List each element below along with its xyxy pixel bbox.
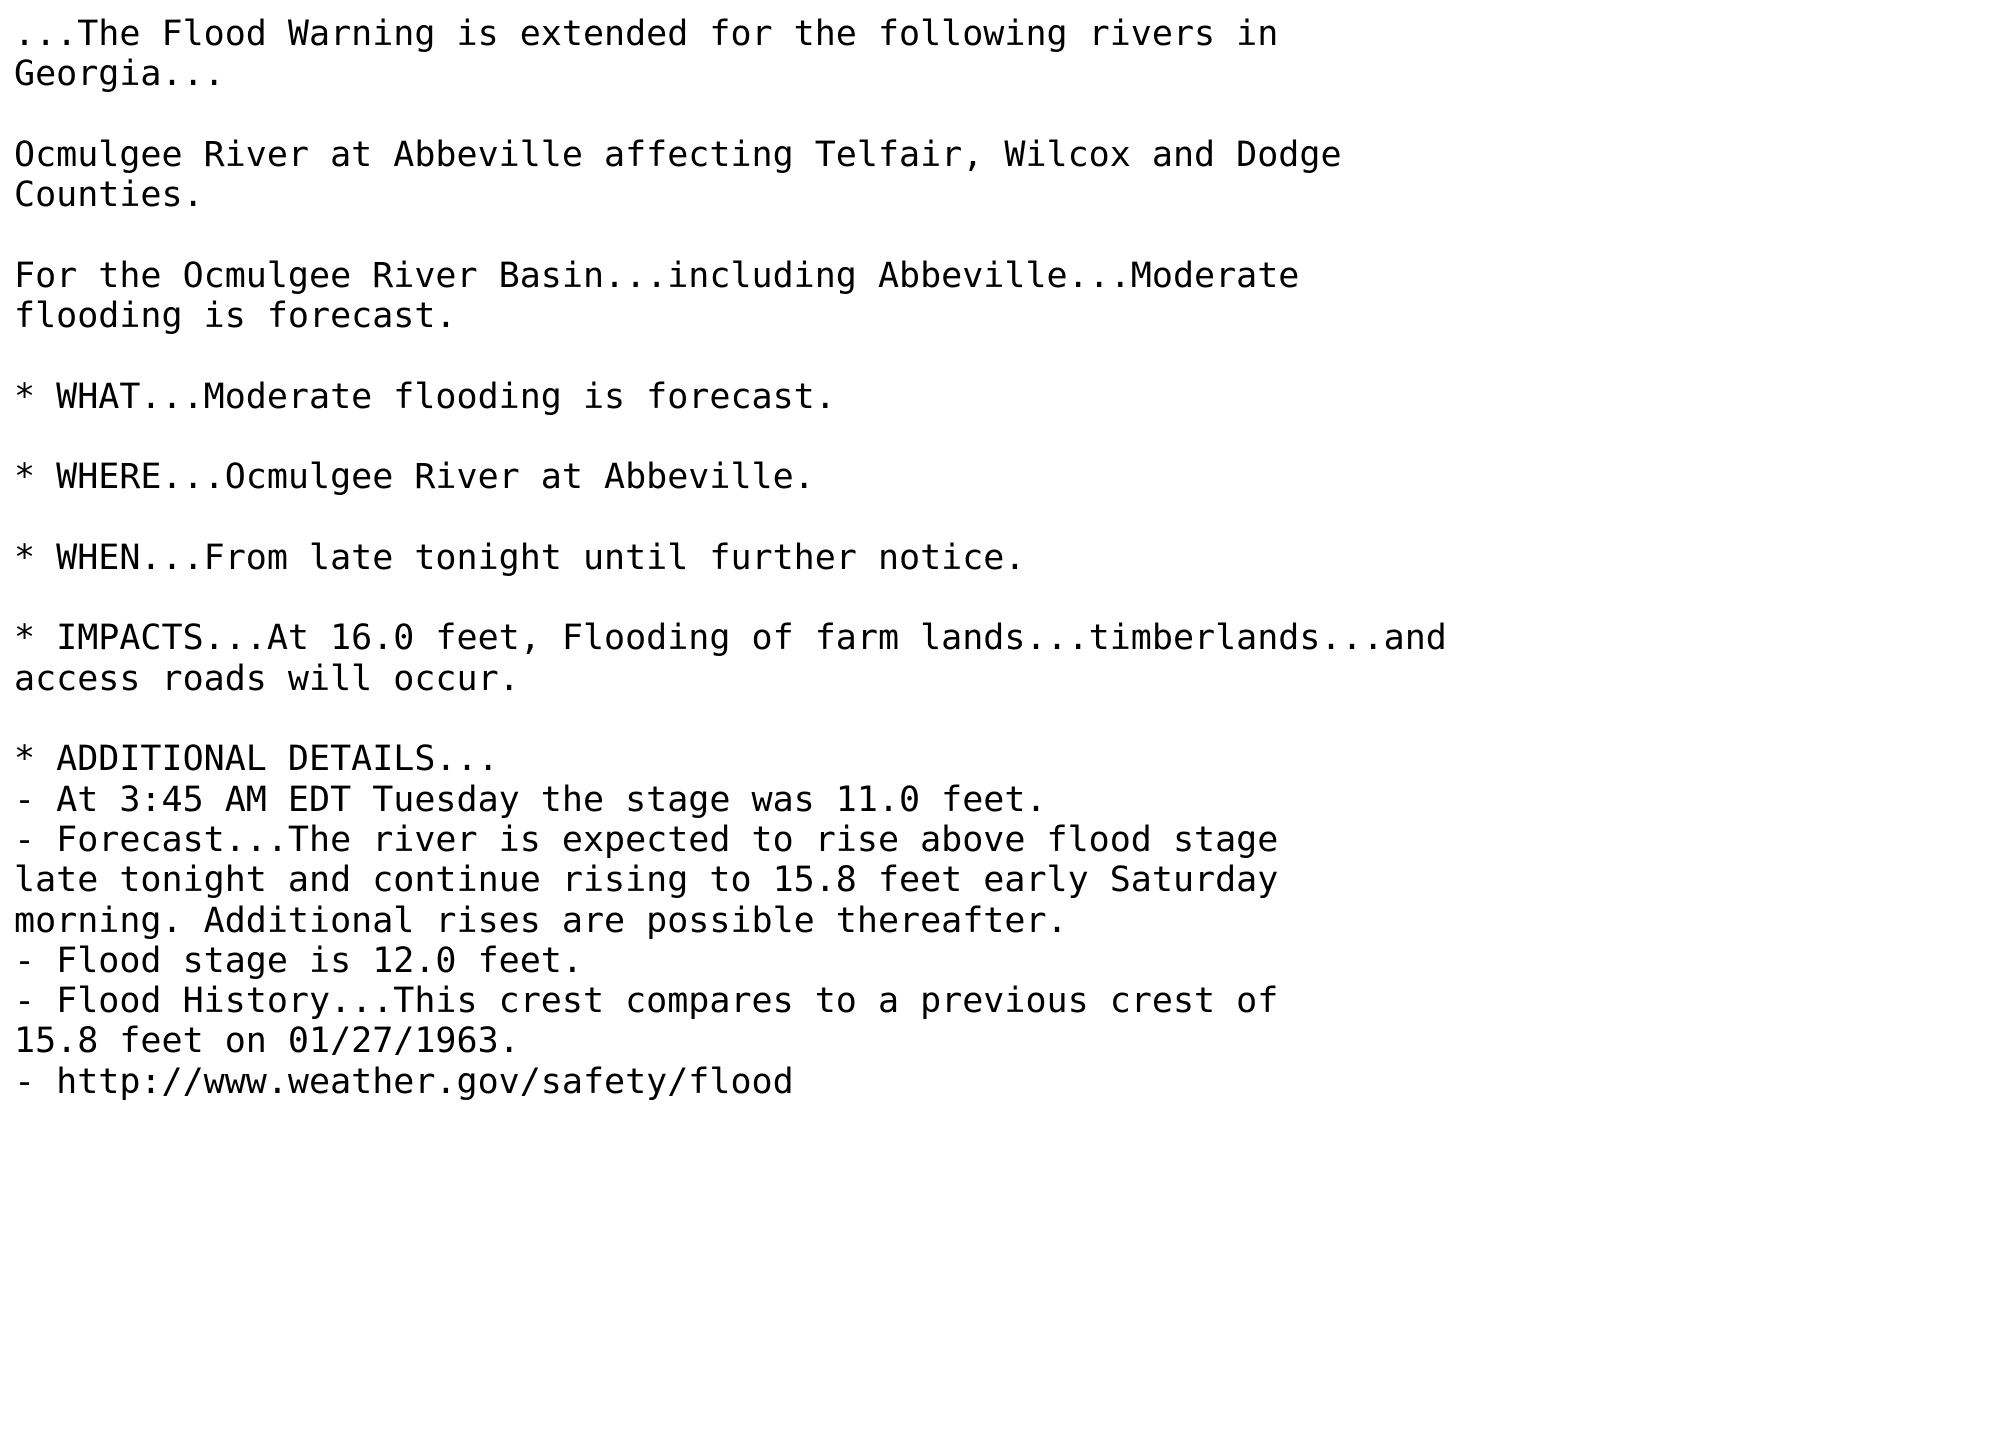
text-line: Georgia... — [14, 54, 225, 95]
safety-url-line[interactable]: - http://www.weather.gov/safety/flood — [14, 1062, 2000, 1102]
text-line: * WHERE...Ocmulgee River at Abbeville. — [14, 457, 815, 498]
text-line: 15.8 feet on 01/27/1963. — [14, 1021, 520, 1062]
affected-location-paragraph: Ocmulgee River at Abbeville affecting Te… — [14, 135, 2000, 216]
impacts-bullet: * IMPACTS...At 16.0 feet, Flooding of fa… — [14, 618, 2000, 699]
text-line: * ADDITIONAL DETAILS... — [14, 739, 499, 780]
text-line: - At 3:45 AM EDT Tuesday the stage was 1… — [14, 779, 1047, 820]
when-bullet: * WHEN...From late tonight until further… — [14, 538, 2000, 578]
text-line: - Flood History...This crest compares to… — [14, 981, 1279, 1022]
text-line: morning. Additional rises are possible t… — [14, 900, 1068, 941]
text-line: Ocmulgee River at Abbeville affecting Te… — [14, 134, 1342, 175]
additional-details-bullet: * ADDITIONAL DETAILS... - At 3:45 AM EDT… — [14, 739, 2000, 1102]
headline-paragraph: ...The Flood Warning is extended for the… — [14, 14, 2000, 95]
text-line: * WHAT...Moderate flooding is forecast. — [14, 376, 836, 417]
text-line: Counties. — [14, 175, 204, 216]
basin-summary-paragraph: For the Ocmulgee River Basin...including… — [14, 256, 2000, 337]
text-line: * IMPACTS...At 16.0 feet, Flooding of fa… — [14, 618, 1447, 659]
text-line: - Forecast...The river is expected to ri… — [14, 819, 1279, 860]
text-line: late tonight and continue rising to 15.8… — [14, 860, 1279, 901]
text-line: * WHEN...From late tonight until further… — [14, 537, 1026, 578]
text-line: access roads will occur. — [14, 658, 520, 699]
what-bullet: * WHAT...Moderate flooding is forecast. — [14, 377, 2000, 417]
where-bullet: * WHERE...Ocmulgee River at Abbeville. — [14, 457, 2000, 497]
text-line: ...The Flood Warning is extended for the… — [14, 14, 1279, 54]
text-line: For the Ocmulgee River Basin...including… — [14, 255, 1300, 296]
text-line: flooding is forecast. — [14, 296, 457, 337]
flood-warning-text-product: ...The Flood Warning is extended for the… — [0, 0, 2000, 1429]
text-line: - Flood stage is 12.0 feet. — [14, 940, 583, 981]
